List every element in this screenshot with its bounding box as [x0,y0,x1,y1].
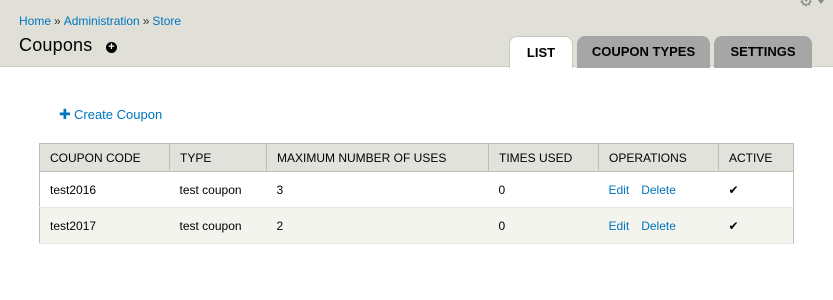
column-header-type[interactable]: TYPE [169,143,267,172]
cell-type: test coupon [169,171,267,208]
edit-link[interactable]: Edit [609,219,630,233]
breadcrumb: Home» Administration» Store [19,14,181,28]
add-shortcut-icon[interactable]: + [106,42,117,53]
breadcrumb-separator: » [54,14,61,28]
tab-coupon-types[interactable]: COUPON TYPES [577,36,710,68]
cell-times-used: 0 [488,171,599,208]
table-row: test2016 test coupon 3 0 Edit Delete ✔ [39,171,794,208]
gear-icon[interactable]: ⚙ [799,0,817,10]
cell-operations: Edit Delete [598,207,719,244]
cell-times-used: 0 [488,207,599,244]
chevron-down-icon[interactable] [818,0,824,4]
cell-max-uses: 2 [266,207,489,244]
delete-link[interactable]: Delete [641,183,676,197]
cell-type: test coupon [169,207,267,244]
breadcrumb-home[interactable]: Home [19,14,51,28]
coupons-table: COUPON CODE TYPE MAXIMUM NUMBER OF USES … [39,143,794,244]
breadcrumb-administration[interactable]: Administration [64,14,140,28]
column-header-times-used[interactable]: TIMES USED [488,143,599,172]
column-header-operations: OPERATIONS [598,143,719,172]
page-header: Home» Administration» Store Coupons + ⚙ LI… [0,0,833,68]
cell-coupon-code: test2016 [39,171,170,208]
create-coupon-label: Create Coupon [74,107,163,122]
breadcrumb-separator: » [142,14,150,28]
cell-active: ✔ [718,171,794,208]
check-icon: ✔ [728,182,739,197]
edit-link[interactable]: Edit [609,183,630,197]
column-header-active[interactable]: ACTIVE [718,143,794,172]
delete-link[interactable]: Delete [641,219,676,233]
cell-max-uses: 3 [266,171,489,208]
cell-operations: Edit Delete [598,171,719,208]
plus-icon: ✚ [59,106,71,122]
tab-list[interactable]: LIST [509,36,573,68]
tab-settings[interactable]: SETTINGS [714,36,812,68]
create-coupon-link[interactable]: ✚ Create Coupon [59,107,162,122]
check-icon: ✔ [728,218,739,233]
table-row: test2017 test coupon 2 0 Edit Delete ✔ [39,207,794,244]
page-title: Coupons [19,35,93,55]
column-header-coupon-code[interactable]: COUPON CODE [39,143,170,172]
breadcrumb-store[interactable]: Store [152,14,181,28]
column-header-max-uses[interactable]: MAXIMUM NUMBER OF USES [266,143,489,172]
cell-coupon-code: test2017 [39,207,170,244]
table-header-row: COUPON CODE TYPE MAXIMUM NUMBER OF USES … [39,143,794,172]
cell-active: ✔ [718,207,794,244]
